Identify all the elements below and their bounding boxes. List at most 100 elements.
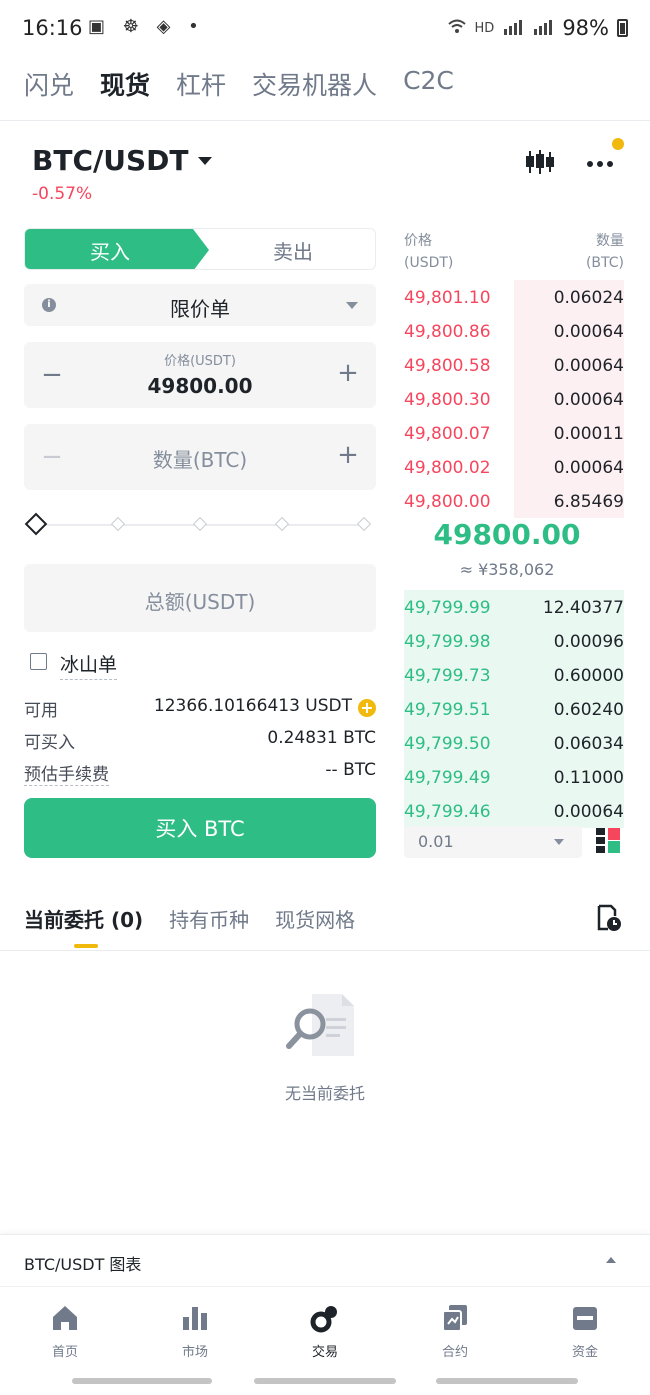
tab-holdings[interactable]: 持有币种 <box>169 904 249 933</box>
tab-c2c[interactable]: C2C <box>403 66 454 102</box>
tab-margin[interactable]: 杠杆 <box>176 66 226 102</box>
battery-percent: 98% <box>562 16 609 40</box>
quantity-input[interactable]: − 数量(BTC) + <box>24 424 376 490</box>
iceberg-checkbox[interactable] <box>30 653 47 670</box>
home-icon <box>53 1306 77 1330</box>
gesture-bar-center <box>254 1378 396 1384</box>
pair-symbol: BTC/USDT <box>32 144 189 177</box>
bid-row[interactable]: 49,799.49 0.11000 <box>404 760 624 794</box>
can-buy-label: 可买入 <box>24 733 75 753</box>
buy-btc-button[interactable]: 买入 BTC <box>24 798 376 858</box>
bid-row[interactable]: 49,799.50 0.06034 <box>404 726 624 760</box>
notification-dot <box>612 138 624 150</box>
ask-row[interactable]: 49,800.58 0.00064 <box>404 348 624 382</box>
fee-row: 预估手续费 -- BTC <box>24 760 376 786</box>
tab-convert[interactable]: 闪兑 <box>24 66 74 102</box>
bid-price: 49,799.99 <box>404 598 491 618</box>
ask-price: 49,800.07 <box>404 424 491 444</box>
total-input[interactable]: 总额(USDT) <box>24 564 376 632</box>
status-time: 16:16 <box>22 16 83 40</box>
ask-row[interactable]: 49,800.30 0.00064 <box>404 382 624 416</box>
available-label: 可用 <box>24 701 58 721</box>
signal-icon <box>502 16 524 40</box>
book-display-mode-icon[interactable] <box>596 828 620 854</box>
ask-qty: 0.00064 <box>553 458 624 478</box>
bid-row[interactable]: 49,799.73 0.60000 <box>404 658 624 692</box>
ask-qty: 6.85469 <box>553 492 624 512</box>
bid-row[interactable]: 49,799.99 12.40377 <box>404 590 624 624</box>
depth-precision-value: 0.01 <box>418 832 454 851</box>
chart-drawer[interactable]: BTC/USDT 图表 <box>0 1234 650 1286</box>
ob-price-header-unit: (USDT) <box>404 255 454 271</box>
battery-icon <box>617 19 628 37</box>
bid-row[interactable]: 49,799.46 0.00064 <box>404 794 624 828</box>
available-row: 可用 12366.10166413 USDT + <box>24 696 376 721</box>
ask-row[interactable]: 49,800.00 6.85469 <box>404 484 624 518</box>
price-increase-button[interactable]: + <box>336 358 360 388</box>
ask-row[interactable]: 49,801.10 0.06024 <box>404 280 624 314</box>
candlestick-chart-icon[interactable] <box>524 148 556 176</box>
status-bar: 16:16 ▣ ☸ ◈ • HD 98% <box>0 0 650 58</box>
can-buy-row: 可买入 0.24831 BTC <box>24 728 376 753</box>
bid-qty: 0.00096 <box>553 632 624 652</box>
ob-price-header: 价格 (USDT) <box>404 230 453 274</box>
tab-open-orders[interactable]: 当前委托 (0) <box>24 904 143 933</box>
orders-tabs: 当前委托 (0) 持有币种 现货网格 <box>24 904 355 933</box>
nav-market[interactable]: 市场 <box>130 1287 260 1369</box>
chevron-up-icon[interactable] <box>606 1257 616 1263</box>
nav-futures[interactable]: 合约 <box>390 1287 520 1369</box>
active-tab-indicator <box>74 944 98 948</box>
bid-price: 49,799.46 <box>404 802 491 822</box>
futures-icon <box>442 1305 467 1332</box>
ob-qty-header-unit: (BTC) <box>585 255 624 271</box>
add-funds-icon[interactable]: + <box>358 699 376 717</box>
last-price[interactable]: 49800.00 <box>404 518 610 551</box>
order-type-select[interactable]: i 限价单 <box>24 284 376 326</box>
slider-handle[interactable] <box>24 512 48 536</box>
chevron-down-icon <box>346 302 358 309</box>
nav-market-label: 市场 <box>181 1345 208 1360</box>
tab-spot[interactable]: 现货 <box>100 66 150 102</box>
ask-price: 49,800.86 <box>404 322 491 342</box>
bid-row[interactable]: 49,799.98 0.00096 <box>404 624 624 658</box>
bid-price: 49,799.73 <box>404 666 491 686</box>
quantity-increase-button[interactable]: + <box>336 440 360 470</box>
nav-futures-label: 合约 <box>441 1345 468 1360</box>
empty-document-search-icon <box>286 990 358 1060</box>
ask-price: 49,800.58 <box>404 356 491 376</box>
nav-trade[interactable]: 交易 <box>260 1287 390 1369</box>
chart-drawer-label: BTC/USDT 图表 <box>24 1255 142 1274</box>
bid-qty: 0.60240 <box>553 700 624 720</box>
bid-row[interactable]: 49,799.51 0.60240 <box>404 692 624 726</box>
slider-tick-25[interactable] <box>110 516 126 532</box>
ask-price: 49,800.30 <box>404 390 491 410</box>
ob-qty-header: 数量 (BTC) <box>586 230 624 274</box>
pair-selector[interactable]: BTC/USDT <box>32 144 213 177</box>
sell-tab[interactable]: 卖出 <box>209 229 375 269</box>
depth-precision-select[interactable]: 0.01 <box>404 826 582 858</box>
price-value[interactable]: 49800.00 <box>24 374 376 398</box>
ask-row[interactable]: 49,800.86 0.00064 <box>404 314 624 348</box>
nav-wallet[interactable]: 资金 <box>520 1287 650 1369</box>
order-history-icon[interactable] <box>596 904 622 932</box>
wifi-icon <box>447 18 467 38</box>
order-type-label: 限价单 <box>170 297 230 321</box>
total-placeholder: 总额(USDT) <box>144 590 256 614</box>
buy-tab[interactable]: 买入 <box>25 229 209 269</box>
ask-price: 49,801.10 <box>404 288 491 308</box>
slider-tick-50[interactable] <box>192 516 208 532</box>
slider-tick-100[interactable] <box>356 516 372 532</box>
ask-row[interactable]: 49,800.07 0.00011 <box>404 416 624 450</box>
tab-spot-grid[interactable]: 现货网格 <box>275 904 355 933</box>
fee-label[interactable]: 预估手续费 <box>24 760 109 786</box>
bottom-nav: 首页 市场 交易 合约 资金 <box>0 1286 650 1368</box>
more-icon[interactable] <box>584 148 620 176</box>
ask-row[interactable]: 49,800.02 0.00064 <box>404 450 624 484</box>
slider-tick-75[interactable] <box>274 516 290 532</box>
signal-icon-2 <box>532 16 554 40</box>
nav-home[interactable]: 首页 <box>0 1287 130 1369</box>
iceberg-label[interactable]: 冰山单 <box>60 650 118 680</box>
price-input[interactable]: − 价格(USDT) 49800.00 + <box>24 342 376 408</box>
tab-trading-bots[interactable]: 交易机器人 <box>252 66 377 102</box>
ask-qty: 0.00064 <box>553 390 624 410</box>
